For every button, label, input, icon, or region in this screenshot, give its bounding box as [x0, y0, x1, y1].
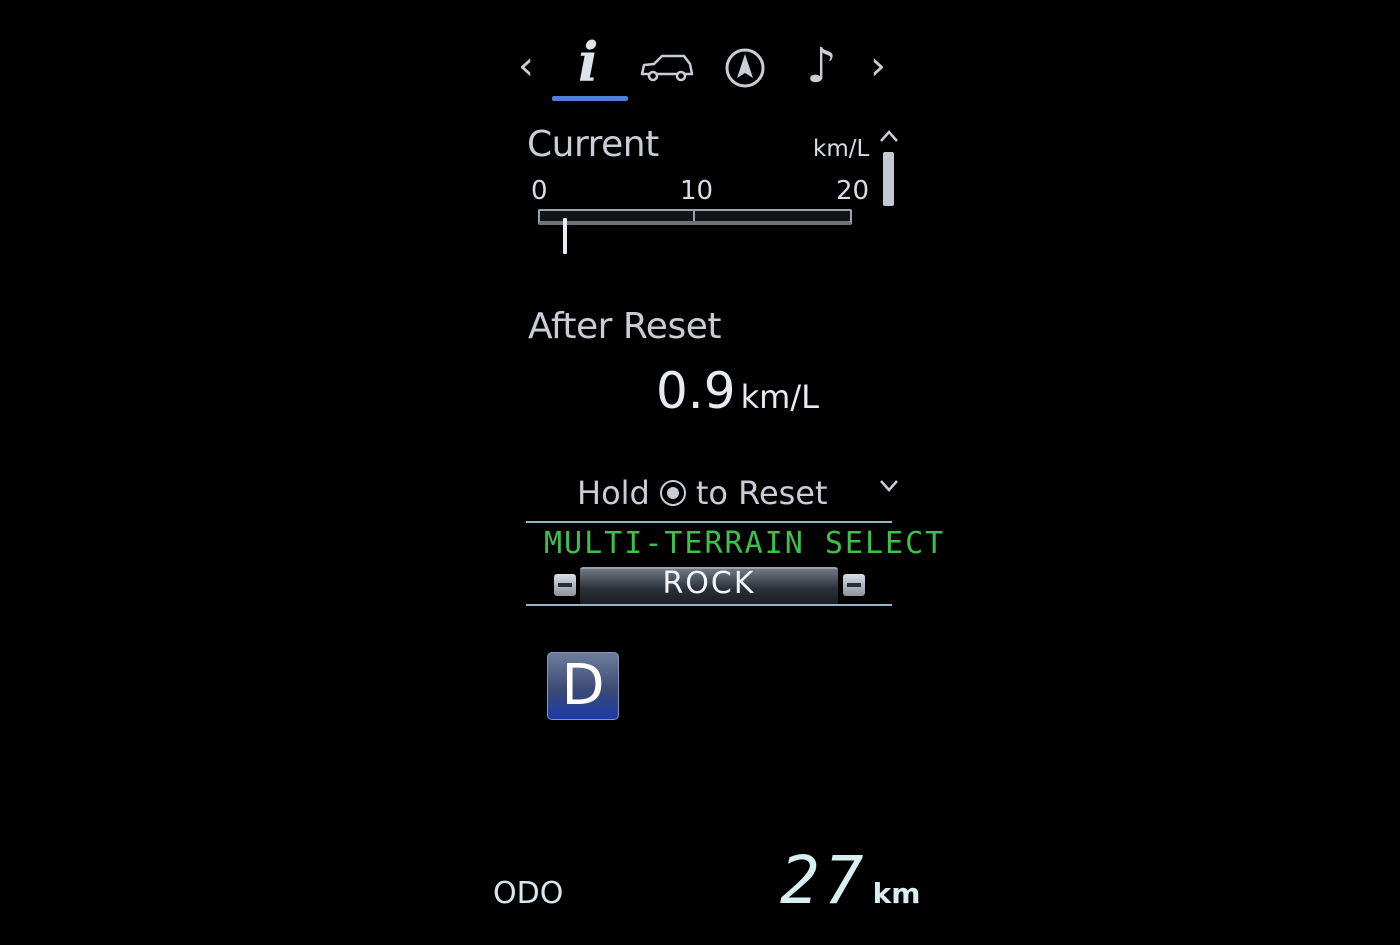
odometer-label: ODO [493, 876, 564, 911]
odometer-value: 27 [780, 842, 868, 919]
terrain-right-cap [843, 574, 865, 596]
scroll-up-icon[interactable] [879, 128, 899, 147]
fuel-economy-gauge [538, 209, 852, 225]
current-label: Current [527, 124, 659, 165]
gauge-midpoint-mark [693, 209, 695, 221]
terrain-mode: ROCK [662, 566, 756, 601]
gear-indicator: D [547, 652, 619, 720]
after-reset-unit: km/L [740, 378, 819, 416]
reset-hint: Hold to Reset [577, 474, 828, 512]
music-note-glyph: ♪ [806, 38, 837, 94]
reset-hint-before: Hold [577, 474, 650, 512]
gauge-needle [563, 218, 568, 254]
nav-next-icon[interactable]: › [870, 46, 886, 86]
navigation-compass-icon[interactable] [723, 46, 767, 94]
reset-hint-after: to Reset [695, 474, 828, 512]
terrain-bottom-divider [526, 604, 892, 606]
current-unit: km/L [813, 136, 870, 162]
terrain-top-divider [526, 521, 892, 523]
after-reset-label: After Reset [528, 306, 721, 347]
after-reset-value: 0.9 [656, 362, 736, 420]
ok-button-icon [659, 480, 686, 506]
vehicle-icon[interactable] [638, 52, 694, 88]
info-icon-glyph: i [578, 30, 599, 94]
gauge-tick-0: 0 [531, 176, 548, 206]
gauge-tick-20: 20 [836, 176, 870, 206]
odometer-unit: km [872, 877, 921, 910]
nav-prev-icon[interactable]: ‹ [518, 46, 534, 86]
gear-position: D [561, 653, 605, 718]
scroll-down-icon[interactable] [879, 478, 899, 497]
info-icon[interactable]: i [576, 30, 606, 94]
terrain-left-cap [554, 574, 576, 596]
odometer-reading: 27 km [780, 842, 920, 919]
music-note-icon[interactable]: ♪ [806, 38, 837, 94]
scrollbar-thumb[interactable] [883, 152, 894, 206]
after-reset-reading: 0.9 km/L [656, 362, 819, 420]
terrain-title: MULTI-TERRAIN SELECT [544, 526, 946, 561]
gauge-tick-10: 10 [680, 176, 714, 206]
active-tab-indicator [552, 96, 628, 101]
